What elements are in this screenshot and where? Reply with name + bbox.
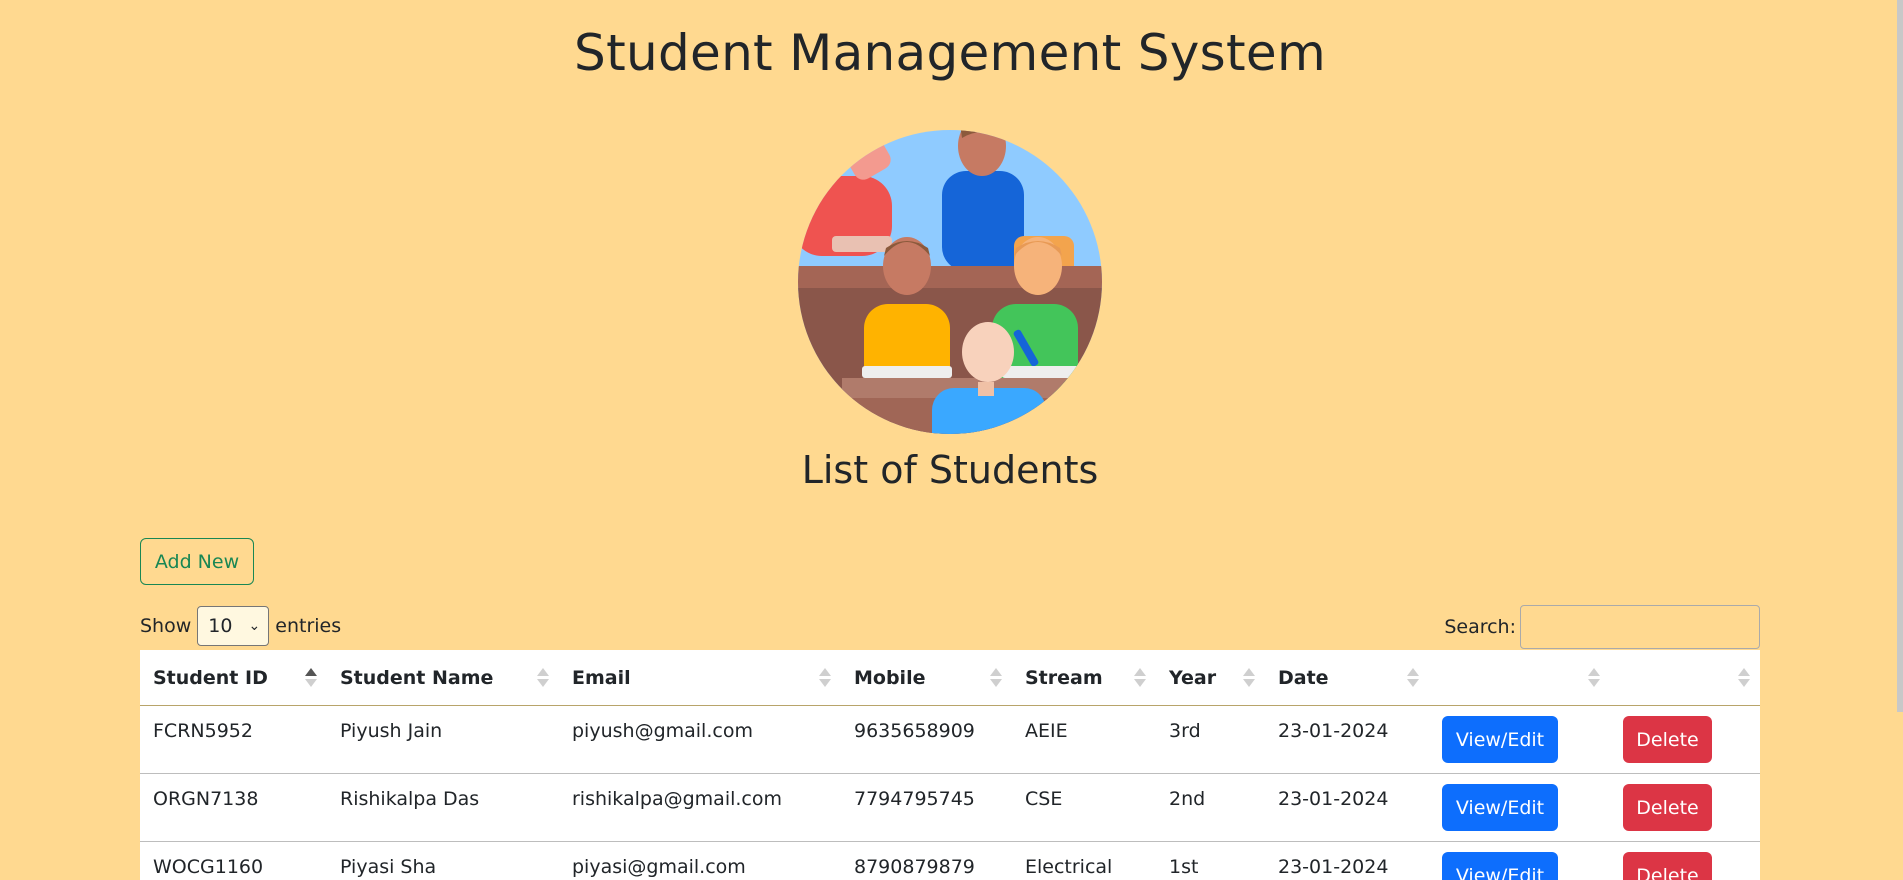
delete-button[interactable]: Delete <box>1623 716 1712 763</box>
student-name-cell: Piyasi Sha <box>327 842 559 880</box>
delete-cell: Delete <box>1610 774 1760 842</box>
mobile-cell: 8790879879 <box>841 842 1012 880</box>
sort-icon <box>1134 666 1146 690</box>
stream-cell: Electrical <box>1012 842 1156 880</box>
date-cell: 23-01-2024 <box>1265 774 1429 842</box>
view-cell: View/Edit <box>1429 774 1610 842</box>
page-scrollbar[interactable] <box>1897 0 1903 712</box>
sort-icon <box>1588 666 1600 690</box>
column-header-date[interactable]: Date <box>1265 650 1429 706</box>
column-header-year[interactable]: Year <box>1156 650 1265 706</box>
search-input[interactable] <box>1520 605 1760 649</box>
delete-cell: Delete <box>1610 842 1760 880</box>
table-header-row: Student ID Student Name Email Mobile Str… <box>140 650 1760 706</box>
entries-select-value: 10 <box>208 615 232 637</box>
search-label: Search: <box>1444 616 1516 638</box>
sort-icon <box>537 666 549 690</box>
student-id-cell: FCRN5952 <box>140 706 327 774</box>
date-cell: 23-01-2024 <box>1265 842 1429 880</box>
column-header-delete-action[interactable] <box>1610 650 1760 706</box>
sort-icon <box>1738 666 1750 690</box>
entries-select[interactable]: 10 ⌄ <box>197 606 269 646</box>
column-header-student-name[interactable]: Student Name <box>327 650 559 706</box>
year-cell: 3rd <box>1156 706 1265 774</box>
student-id-cell: WOCG1160 <box>140 842 327 880</box>
email-cell: piyasi@gmail.com <box>559 842 841 880</box>
delete-button[interactable]: Delete <box>1623 784 1712 831</box>
chevron-down-icon: ⌄ <box>249 618 261 634</box>
students-classroom-illustration <box>792 116 1112 434</box>
date-cell: 23-01-2024 <box>1265 706 1429 774</box>
view-edit-button[interactable]: View/Edit <box>1442 852 1558 880</box>
column-header-view-action[interactable] <box>1429 650 1610 706</box>
view-cell: View/Edit <box>1429 842 1610 880</box>
show-label: Show <box>140 615 191 637</box>
sort-icon <box>819 666 831 690</box>
students-table: Student ID Student Name Email Mobile Str… <box>140 650 1760 880</box>
entries-length-control: Show 10 ⌄ entries <box>140 606 341 646</box>
view-cell: View/Edit <box>1429 706 1610 774</box>
year-cell: 1st <box>1156 842 1265 880</box>
view-edit-button[interactable]: View/Edit <box>1442 784 1558 831</box>
sort-icon <box>990 666 1002 690</box>
view-edit-button[interactable]: View/Edit <box>1442 716 1558 763</box>
mobile-cell: 9635658909 <box>841 706 1012 774</box>
entries-label: entries <box>275 615 341 637</box>
search-control: Search: <box>1444 604 1760 650</box>
delete-button[interactable]: Delete <box>1623 852 1712 880</box>
email-cell: piyush@gmail.com <box>559 706 841 774</box>
table-row: FCRN5952 Piyush Jain piyush@gmail.com 96… <box>140 706 1760 774</box>
stream-cell: AEIE <box>1012 706 1156 774</box>
student-name-cell: Rishikalpa Das <box>327 774 559 842</box>
mobile-cell: 7794795745 <box>841 774 1012 842</box>
students-table-container: Student ID Student Name Email Mobile Str… <box>140 650 1760 880</box>
stream-cell: CSE <box>1012 774 1156 842</box>
column-header-email[interactable]: Email <box>559 650 841 706</box>
sort-ascending-icon <box>305 666 317 690</box>
delete-cell: Delete <box>1610 706 1760 774</box>
column-header-mobile[interactable]: Mobile <box>841 650 1012 706</box>
sort-icon <box>1243 666 1255 690</box>
column-header-stream[interactable]: Stream <box>1012 650 1156 706</box>
table-row: WOCG1160 Piyasi Sha piyasi@gmail.com 879… <box>140 842 1760 880</box>
email-cell: rishikalpa@gmail.com <box>559 774 841 842</box>
page-title: Student Management System <box>0 24 1900 82</box>
year-cell: 2nd <box>1156 774 1265 842</box>
column-header-student-id[interactable]: Student ID <box>140 650 327 706</box>
table-row: ORGN7138 Rishikalpa Das rishikalpa@gmail… <box>140 774 1760 842</box>
student-id-cell: ORGN7138 <box>140 774 327 842</box>
sort-icon <box>1407 666 1419 690</box>
student-name-cell: Piyush Jain <box>327 706 559 774</box>
add-new-button[interactable]: Add New <box>140 538 254 585</box>
list-title: List of Students <box>0 448 1900 492</box>
